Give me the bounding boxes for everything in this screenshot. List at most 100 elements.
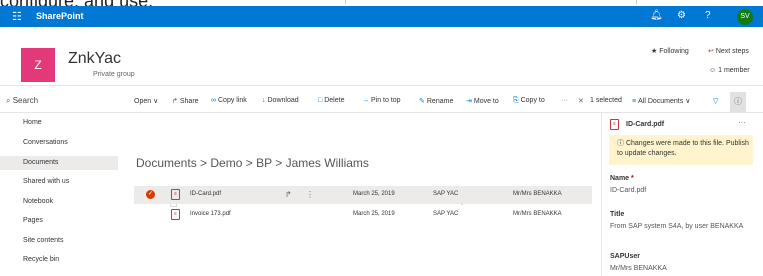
members-button[interactable]: ☺ 1 member [709, 67, 750, 74]
clear-selection-icon[interactable]: ✕ [578, 97, 584, 105]
chevron-right-icon: > [245, 156, 257, 170]
info-pane-icon[interactable]: ⓘ [730, 92, 746, 112]
more-commands-icon[interactable]: ··· [561, 97, 568, 104]
file-name[interactable]: ID-Card.pdf [190, 191, 221, 197]
suite-bar: ☷ SharePoint 🔔︎ ⚙ ? SV [0, 6, 763, 27]
search-label: Search [12, 96, 39, 105]
site-subtitle: Private group [93, 71, 135, 78]
pdf-file-icon: ≡ [171, 189, 180, 200]
following-button[interactable]: ★ Following [651, 47, 689, 55]
copy-to-label: Copy to [520, 97, 545, 104]
rename-label: Rename [426, 98, 454, 105]
pin-icon: → [362, 97, 369, 104]
top-input-box [345, 0, 637, 4]
delete-command[interactable]: □ Delete [318, 97, 344, 104]
left-nav [0, 113, 118, 276]
breadcrumb-item-current: James Williams [285, 156, 369, 170]
site-logo[interactable]: Z [21, 48, 55, 82]
move-icon: ⇥ [466, 98, 472, 105]
breadcrumb-item[interactable]: Documents [136, 156, 197, 170]
download-icon: ↓ [262, 97, 266, 104]
notifications-icon[interactable]: 🔔︎ [650, 10, 663, 21]
view-label: All Documents [638, 98, 684, 105]
pdf-file-icon: ≡ [610, 119, 619, 130]
table-row[interactable]: ≡ Invoice 173.pdf March 25, 2019 SAP YAC… [134, 206, 592, 224]
field-value-sapuser[interactable]: Mr/Mrs BENAKKA [610, 265, 667, 272]
chevron-right-icon: > [275, 156, 286, 170]
nav-item-site-contents[interactable]: Site contents [23, 237, 63, 244]
move-to-command[interactable]: ⇥ Move to [466, 97, 499, 105]
modified-by[interactable]: SAP YAC [433, 191, 458, 197]
rename-command[interactable]: ✎ Rename [419, 97, 453, 105]
field-value-name[interactable]: ID-Card.pdf [610, 187, 646, 194]
nav-item-recycle-bin[interactable]: Recycle bin [23, 256, 59, 263]
breadcrumb: Documents > Demo > BP > James Williams [136, 156, 369, 170]
following-label: Following [659, 48, 689, 55]
copy-icon: ⎘ [513, 97, 519, 104]
pdf-file-icon: ≡ [171, 209, 180, 220]
help-icon[interactable]: ? [705, 10, 711, 21]
modified-date: March 25, 2019 [353, 191, 395, 197]
sap-user: Mr/Mrs BENAKKA [513, 211, 562, 217]
required-marker: * [631, 175, 634, 182]
nav-item-conversations[interactable]: Conversations [23, 139, 68, 146]
view-selector[interactable]: ≡ All Documents ∨ [632, 97, 690, 105]
row-more-icon[interactable]: ⋮ [306, 190, 314, 199]
field-label-text: Name [610, 175, 630, 182]
row-selected-check-icon[interactable]: ✓ [146, 190, 155, 199]
next-steps-icon: ↩ [708, 48, 714, 55]
publish-warning-text: ⓘ Changes were made to this file. Publis… [617, 139, 749, 159]
nav-item-home[interactable]: Home [23, 119, 42, 126]
copy-to-command[interactable]: ⎘ Copy to [513, 97, 545, 105]
user-avatar[interactable]: SV [737, 9, 753, 25]
share-row-icon[interactable]: ↱ [285, 190, 292, 199]
download-label: Download [267, 97, 299, 104]
nav-item-documents[interactable]: Documents [23, 159, 58, 166]
pin-to-top-command[interactable]: → Pin to top [362, 97, 401, 104]
app-name[interactable]: SharePoint [36, 11, 84, 21]
next-steps-button[interactable]: ↩ Next steps [708, 47, 749, 55]
copy-link-label: Copy link [218, 97, 247, 104]
more-options-icon[interactable]: ··· [738, 118, 746, 127]
open-label: Open [134, 98, 152, 105]
next-steps-label: Next steps [715, 48, 749, 55]
nav-item-shared-with-us[interactable]: Shared with us [23, 178, 69, 185]
settings-icon[interactable]: ⚙ [677, 10, 686, 21]
file-name[interactable]: Invoice 173.pdf [190, 211, 231, 217]
field-label-name: Name * [610, 175, 634, 182]
nav-selection-highlight [0, 156, 118, 170]
star-icon: ★ [651, 48, 658, 55]
filter-icon[interactable]: ▽ [713, 97, 718, 105]
field-label-title: Title [610, 211, 625, 218]
table-row[interactable]: ✓ ≡ ID-Card.pdf ↱ ⋮ March 25, 2019 SAP Y… [134, 186, 592, 204]
pin-to-top-label: Pin to top [371, 97, 401, 104]
chevron-down-icon: ∨ [153, 98, 159, 105]
search-box[interactable]: ⌕ Search [6, 96, 38, 106]
copy-link-command[interactable]: ∞ Copy link [211, 97, 247, 104]
warning-message: Changes were made to this file. Publish … [617, 140, 749, 157]
open-command[interactable]: Open ∨ [134, 97, 158, 105]
link-icon: ∞ [211, 97, 216, 104]
chevron-down-icon: ∨ [685, 98, 691, 105]
app-launcher-icon[interactable]: ☷ [12, 10, 22, 23]
breadcrumb-item[interactable]: BP [256, 156, 272, 170]
person-icon: ☺ [709, 67, 717, 74]
members-label: 1 member [718, 67, 750, 74]
rename-icon: ✎ [419, 98, 425, 105]
nav-item-notebook[interactable]: Notebook [23, 198, 53, 205]
trash-icon: □ [318, 97, 323, 104]
sap-user: Mr/Mrs BENAKKA [513, 191, 562, 197]
move-to-label: Move to [473, 98, 499, 105]
selected-count: 1 selected [590, 97, 622, 104]
breadcrumb-item[interactable]: Demo [210, 156, 242, 170]
search-icon: ⌕ [6, 96, 11, 105]
field-value-title[interactable]: From SAP system S4A, by user BENAKKA [610, 223, 743, 230]
site-title[interactable]: ZnkYac [68, 50, 121, 68]
share-command[interactable]: ↱ Share [172, 97, 199, 105]
modified-by[interactable]: SAP YAC [433, 211, 458, 217]
delete-label: Delete [324, 97, 345, 104]
share-icon: ↱ [172, 98, 178, 105]
field-label-sapuser: SAPUser [610, 253, 640, 260]
nav-item-pages[interactable]: Pages [23, 217, 43, 224]
download-command[interactable]: ↓ Download [262, 97, 299, 104]
